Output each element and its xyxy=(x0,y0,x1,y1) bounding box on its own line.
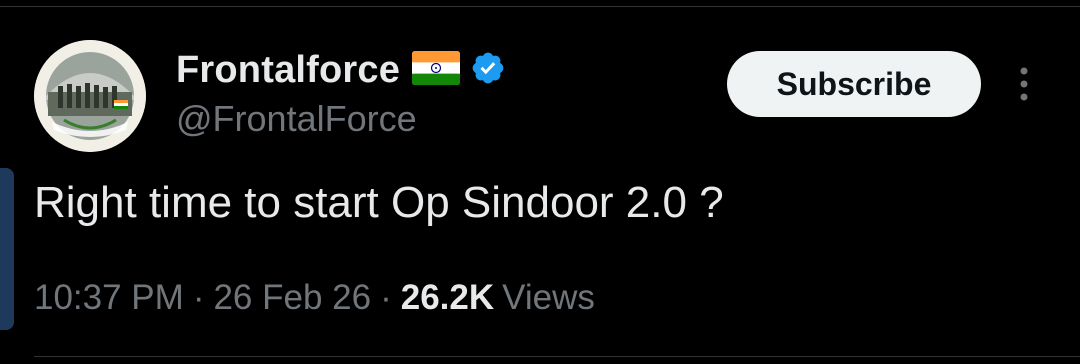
author-header: Frontalforce @FrontalForce xyxy=(176,46,506,140)
left-scroll-accent xyxy=(0,168,14,330)
tweet-date[interactable]: 26 Feb 26 xyxy=(213,278,371,318)
meta-separator: · xyxy=(380,278,392,317)
more-vertical-icon xyxy=(1020,67,1028,101)
display-name[interactable]: Frontalforce xyxy=(176,49,400,92)
tweet-meta: 10:37 PM · 26 Feb 26 · 26.2K Views xyxy=(34,278,595,318)
name-row: Frontalforce xyxy=(176,46,506,94)
bottom-divider xyxy=(34,356,1080,357)
top-divider xyxy=(0,0,1080,7)
user-handle[interactable]: @FrontalForce xyxy=(176,98,506,140)
more-options-button[interactable] xyxy=(1008,62,1040,106)
india-flag-icon xyxy=(412,50,461,90)
meta-separator: · xyxy=(192,278,205,317)
verified-badge-icon[interactable] xyxy=(470,50,506,91)
tweet-time[interactable]: 10:37 PM xyxy=(34,278,184,318)
views-count[interactable]: 26.2K xyxy=(401,278,494,318)
tweet-text: Right time to start Op Sindoor 2.0 ? xyxy=(34,178,724,227)
subscribe-button[interactable]: Subscribe xyxy=(727,51,981,117)
avatar[interactable] xyxy=(34,40,146,152)
avatar-image xyxy=(34,40,146,152)
views-label: Views xyxy=(502,278,595,317)
